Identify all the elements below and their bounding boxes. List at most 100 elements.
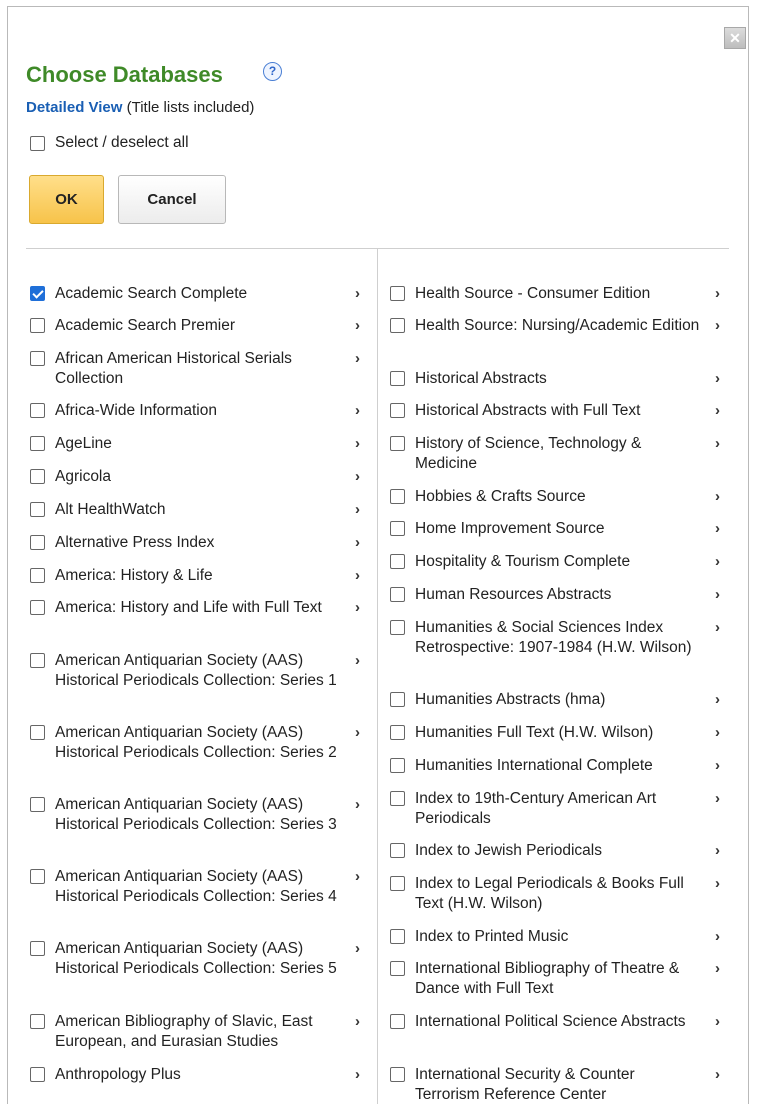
- database-checkbox[interactable]: [30, 351, 45, 366]
- chevron-right-icon[interactable]: ›: [355, 401, 360, 421]
- database-item[interactable]: Hobbies & Crafts Source ›: [390, 487, 730, 507]
- chevron-right-icon[interactable]: ›: [715, 723, 720, 743]
- database-checkbox[interactable]: [390, 286, 405, 301]
- database-item[interactable]: America: History and Life with Full Text…: [30, 598, 370, 618]
- chevron-right-icon[interactable]: ›: [355, 566, 360, 586]
- database-item[interactable]: Hospitality & Tourism Complete ›: [390, 552, 730, 572]
- database-item[interactable]: Humanities & Social Sciences Index Retro…: [390, 618, 730, 658]
- database-checkbox[interactable]: [390, 521, 405, 536]
- database-item[interactable]: Agricola ›: [30, 467, 370, 487]
- database-checkbox[interactable]: [30, 568, 45, 583]
- chevron-right-icon[interactable]: ›: [715, 1065, 720, 1085]
- database-item[interactable]: Human Resources Abstracts ›: [390, 585, 730, 605]
- database-item[interactable]: International Security & Counter Terrori…: [390, 1065, 730, 1104]
- database-item[interactable]: Academic Search Complete ›: [30, 284, 370, 304]
- database-checkbox[interactable]: [390, 489, 405, 504]
- database-checkbox[interactable]: [390, 961, 405, 976]
- chevron-right-icon[interactable]: ›: [715, 756, 720, 776]
- database-item[interactable]: Index to 19th-Century American Art Perio…: [390, 789, 730, 829]
- database-checkbox[interactable]: [30, 436, 45, 451]
- chevron-right-icon[interactable]: ›: [355, 316, 360, 336]
- database-checkbox[interactable]: [390, 620, 405, 635]
- chevron-right-icon[interactable]: ›: [355, 434, 360, 454]
- database-checkbox[interactable]: [30, 469, 45, 484]
- chevron-right-icon[interactable]: ›: [715, 552, 720, 572]
- database-item[interactable]: International Political Science Abstract…: [390, 1012, 730, 1032]
- database-item[interactable]: America: History & Life ›: [30, 566, 370, 586]
- database-checkbox[interactable]: [390, 843, 405, 858]
- chevron-right-icon[interactable]: ›: [715, 618, 720, 638]
- database-checkbox[interactable]: [30, 600, 45, 615]
- database-item[interactable]: Historical Abstracts ›: [390, 369, 730, 389]
- chevron-right-icon[interactable]: ›: [355, 467, 360, 487]
- chevron-right-icon[interactable]: ›: [715, 585, 720, 605]
- select-all-checkbox[interactable]: [30, 135, 45, 151]
- chevron-right-icon[interactable]: ›: [715, 789, 720, 809]
- close-icon[interactable]: ✕: [724, 27, 746, 49]
- database-item[interactable]: Academic Search Premier ›: [30, 316, 370, 336]
- database-item[interactable]: African American Historical Serials Coll…: [30, 349, 370, 389]
- database-item[interactable]: Historical Abstracts with Full Text ›: [390, 401, 730, 421]
- chevron-right-icon[interactable]: ›: [355, 598, 360, 618]
- database-checkbox[interactable]: [30, 535, 45, 550]
- database-item[interactable]: Alt HealthWatch ›: [30, 500, 370, 520]
- database-item[interactable]: Index to Legal Periodicals & Books Full …: [390, 874, 730, 914]
- database-checkbox[interactable]: [390, 318, 405, 333]
- chevron-right-icon[interactable]: ›: [715, 690, 720, 710]
- database-checkbox[interactable]: [390, 791, 405, 806]
- chevron-right-icon[interactable]: ›: [355, 349, 360, 369]
- database-item[interactable]: Alternative Press Index ›: [30, 533, 370, 553]
- database-checkbox[interactable]: [390, 725, 405, 740]
- chevron-right-icon[interactable]: ›: [355, 867, 360, 887]
- database-item[interactable]: History of Science, Technology & Medicin…: [390, 434, 730, 474]
- database-item[interactable]: Health Source: Nursing/Academic Edition ›: [390, 316, 730, 336]
- chevron-right-icon[interactable]: ›: [355, 284, 360, 304]
- database-item[interactable]: AgeLine ›: [30, 434, 370, 454]
- cancel-button[interactable]: Cancel: [118, 175, 226, 224]
- database-item[interactable]: Anthropology Plus ›: [30, 1065, 370, 1085]
- database-checkbox[interactable]: [390, 929, 405, 944]
- database-item[interactable]: Health Source - Consumer Edition ›: [390, 284, 730, 304]
- database-item[interactable]: American Bibliography of Slavic, East Eu…: [30, 1012, 370, 1052]
- database-checkbox[interactable]: [390, 371, 405, 386]
- database-item[interactable]: American Antiquarian Society (AAS) Histo…: [30, 939, 370, 979]
- chevron-right-icon[interactable]: ›: [715, 434, 720, 454]
- database-checkbox[interactable]: [390, 587, 405, 602]
- chevron-right-icon[interactable]: ›: [715, 316, 720, 336]
- chevron-right-icon[interactable]: ›: [355, 651, 360, 671]
- database-item[interactable]: American Antiquarian Society (AAS) Histo…: [30, 723, 370, 763]
- database-checkbox[interactable]: [30, 286, 45, 301]
- database-checkbox[interactable]: [390, 692, 405, 707]
- database-item[interactable]: American Antiquarian Society (AAS) Histo…: [30, 795, 370, 835]
- database-checkbox[interactable]: [390, 1067, 405, 1082]
- database-checkbox[interactable]: [390, 554, 405, 569]
- database-item[interactable]: Humanities International Complete ›: [390, 756, 730, 776]
- ok-button[interactable]: OK: [29, 175, 104, 224]
- database-checkbox[interactable]: [30, 797, 45, 812]
- help-icon[interactable]: ?: [263, 62, 282, 81]
- chevron-right-icon[interactable]: ›: [715, 959, 720, 979]
- database-checkbox[interactable]: [390, 403, 405, 418]
- database-checkbox[interactable]: [30, 725, 45, 740]
- database-item[interactable]: American Antiquarian Society (AAS) Histo…: [30, 867, 370, 907]
- chevron-right-icon[interactable]: ›: [355, 1065, 360, 1085]
- database-item[interactable]: American Antiquarian Society (AAS) Histo…: [30, 651, 370, 691]
- database-checkbox[interactable]: [390, 758, 405, 773]
- database-checkbox[interactable]: [30, 941, 45, 956]
- database-checkbox[interactable]: [30, 502, 45, 517]
- chevron-right-icon[interactable]: ›: [715, 369, 720, 389]
- database-checkbox[interactable]: [390, 876, 405, 891]
- database-checkbox[interactable]: [30, 869, 45, 884]
- chevron-right-icon[interactable]: ›: [715, 487, 720, 507]
- database-checkbox[interactable]: [30, 1067, 45, 1082]
- chevron-right-icon[interactable]: ›: [355, 1012, 360, 1032]
- chevron-right-icon[interactable]: ›: [715, 874, 720, 894]
- chevron-right-icon[interactable]: ›: [355, 533, 360, 553]
- select-all-row[interactable]: Select / deselect all: [30, 134, 189, 152]
- database-item[interactable]: International Bibliography of Theatre & …: [390, 959, 730, 999]
- chevron-right-icon[interactable]: ›: [355, 500, 360, 520]
- database-item[interactable]: Humanities Abstracts (hma) ›: [390, 690, 730, 710]
- database-checkbox[interactable]: [30, 653, 45, 668]
- chevron-right-icon[interactable]: ›: [715, 841, 720, 861]
- database-item[interactable]: Humanities Full Text (H.W. Wilson) ›: [390, 723, 730, 743]
